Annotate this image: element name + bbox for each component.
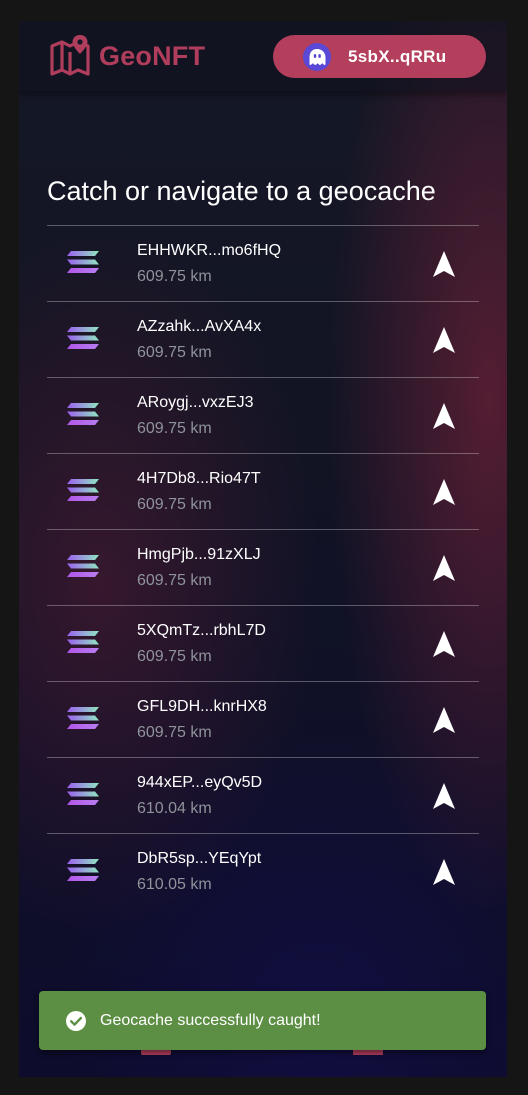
geocache-row[interactable]: 4H7Db8...Rio47T 609.75 km: [47, 454, 479, 530]
geocache-distance: 609.75 km: [137, 344, 212, 361]
geocache-list: EHHWKR...mo6fHQ 609.75 km AZzahk...AvXA4x 6…: [47, 225, 479, 910]
geocache-row[interactable]: HmgPjb...91zXLJ 609.75 km: [47, 530, 479, 606]
navigation-arrow-icon[interactable]: [431, 782, 457, 810]
page-title: Catch or navigate to a geocache: [47, 176, 436, 206]
geocache-name: AZzahk...AvXA4x: [137, 318, 262, 335]
phantom-ghost-icon: [303, 42, 331, 71]
navigation-arrow-icon[interactable]: [431, 858, 457, 886]
geocache-distance: 610.05 km: [137, 876, 212, 893]
geocache-row[interactable]: EHHWKR...mo6fHQ 609.75 km: [47, 226, 479, 302]
geocache-name: EHHWKR...mo6fHQ: [137, 242, 282, 259]
solana-icon: [66, 858, 100, 882]
solana-icon: [66, 782, 100, 806]
geocache-distance: 609.75 km: [137, 572, 212, 589]
solana-icon: [66, 478, 100, 502]
geocache-row[interactable]: 5XQmTz...rbhL7D 609.75 km: [47, 606, 479, 682]
geocache-row[interactable]: DbR5sp...YEqYpt 610.05 km: [47, 834, 479, 910]
navigation-arrow-icon[interactable]: [431, 478, 457, 506]
success-toast: Geocache successfully caught!: [39, 991, 486, 1050]
logo[interactable]: GeoNFT: [49, 34, 205, 78]
solana-icon: [66, 630, 100, 654]
geocache-name: ARoygj...vxzEJ3: [137, 394, 254, 411]
geocache-row[interactable]: GFL9DH...knrHX8 609.75 km: [47, 682, 479, 758]
app-header: GeoNFT 5sbX..qRRu: [19, 21, 507, 91]
geocache-distance: 609.75 km: [137, 648, 212, 665]
geocache-distance: 609.75 km: [137, 420, 212, 437]
solana-icon: [66, 706, 100, 730]
geocache-distance: 610.04 km: [137, 800, 212, 817]
geocache-name: HmgPjb...91zXLJ: [137, 546, 261, 563]
geocache-distance: 609.75 km: [137, 268, 212, 285]
geocache-row[interactable]: AZzahk...AvXA4x 609.75 km: [47, 302, 479, 378]
geocache-row[interactable]: 944xEP...eyQv5D 610.04 km: [47, 758, 479, 834]
geocache-name: DbR5sp...YEqYpt: [137, 850, 262, 867]
toast-message: Geocache successfully caught!: [100, 1011, 321, 1029]
solana-icon: [66, 554, 100, 578]
geocache-name: 5XQmTz...rbhL7D: [137, 622, 266, 639]
check-circle-icon: [66, 1010, 86, 1031]
wallet-address: 5sbX..qRRu: [348, 46, 447, 66]
map-pin-icon: [50, 35, 90, 76]
navigation-arrow-icon[interactable]: [431, 554, 457, 582]
geocache-name: 944xEP...eyQv5D: [137, 774, 263, 791]
wallet-button[interactable]: 5sbX..qRRu: [273, 35, 486, 78]
navigation-arrow-icon[interactable]: [431, 402, 457, 430]
app-frame: GeoNFT 5sbX..qRRu Catch or navigate to a…: [19, 21, 507, 1077]
navigation-arrow-icon[interactable]: [431, 326, 457, 354]
solana-icon: [66, 402, 100, 426]
geocache-row[interactable]: ARoygj...vxzEJ3 609.75 km: [47, 378, 479, 454]
solana-icon: [66, 326, 100, 350]
geocache-name: 4H7Db8...Rio47T: [137, 470, 261, 487]
geocache-distance: 609.75 km: [137, 724, 212, 741]
geocache-distance: 609.75 km: [137, 496, 212, 513]
solana-icon: [66, 250, 100, 274]
geocache-name: GFL9DH...knrHX8: [137, 698, 267, 715]
navigation-arrow-icon[interactable]: [431, 706, 457, 734]
navigation-arrow-icon[interactable]: [431, 630, 457, 658]
navigation-arrow-icon[interactable]: [431, 250, 457, 278]
logo-text: GeoNFT: [99, 40, 206, 71]
